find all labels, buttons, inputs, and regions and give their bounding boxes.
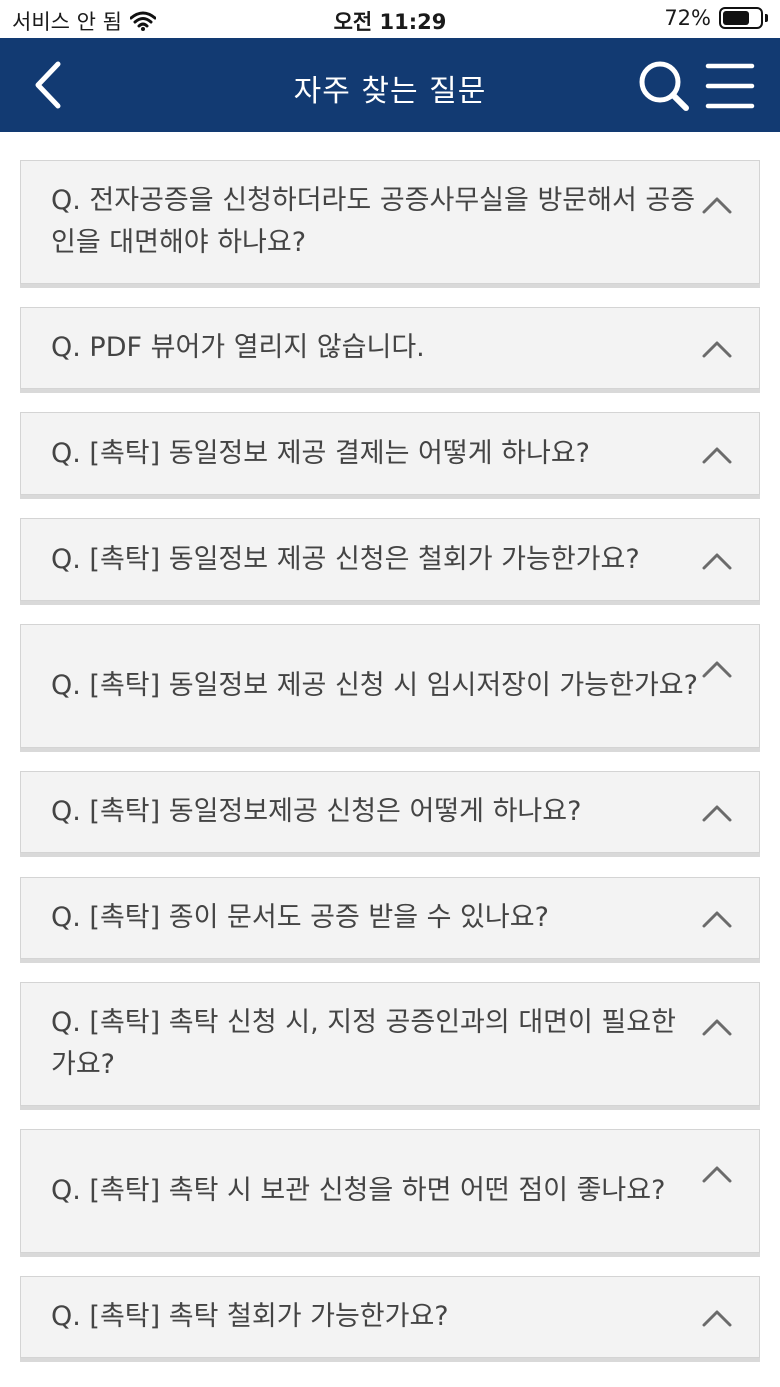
faq-question: Q. 전자공증을 신청하더라도 공증사무실을 방문해서 공증인을 대면해야 하나… xyxy=(51,185,696,258)
faq-question: Q. [촉탁] 종이 문서도 공증 받을 수 있나요? xyxy=(51,902,549,933)
faq-question: Q. [촉탁] 촉탁 시 보관 신청을 하면 어떤 점이 좋나요? xyxy=(51,1175,666,1206)
chevron-up-icon[interactable] xyxy=(701,445,733,465)
faq-item[interactable]: Q. [촉탁] 동일정보 제공 신청 시 임시저장이 가능한가요? xyxy=(20,624,760,748)
search-button[interactable] xyxy=(636,58,692,114)
battery-fill xyxy=(723,11,749,25)
faq-item[interactable]: Q. PDF 뷰어가 열리지 않습니다. xyxy=(20,307,760,389)
faq-question: Q. [촉탁] 동일정보 제공 결제는 어떻게 하나요? xyxy=(51,437,591,469)
chevron-up-icon[interactable] xyxy=(701,659,733,679)
hamburger-menu-icon xyxy=(705,63,755,109)
faq-item[interactable]: Q. [촉탁] 촉탁 신청 시, 지정 공증인과의 대면이 필요한가요? xyxy=(20,982,760,1106)
chevron-up-icon[interactable] xyxy=(701,1308,733,1328)
chevron-up-icon[interactable] xyxy=(701,1164,733,1184)
faq-item[interactable]: Q. [촉탁] 촉탁 시 보관 신청을 하면 어떤 점이 좋나요? xyxy=(20,1129,760,1253)
faq-question: Q. PDF 뷰어가 열리지 않습니다. xyxy=(51,332,425,363)
faq-item[interactable]: Q. [촉탁] 동일정보 제공 결제는 어떻게 하나요? xyxy=(20,412,760,495)
battery-icon xyxy=(719,7,763,29)
menu-button[interactable] xyxy=(704,60,756,112)
search-icon xyxy=(639,61,689,111)
chevron-up-icon[interactable] xyxy=(701,551,733,571)
chevron-up-icon[interactable] xyxy=(701,195,733,215)
faq-item[interactable]: Q. [촉탁] 종이 문서도 공증 받을 수 있나요? xyxy=(20,877,760,959)
faq-item[interactable]: Q. [촉탁] 동일정보제공 신청은 어떻게 하나요? xyxy=(20,771,760,853)
faq-item[interactable]: Q. 전자공증을 신청하더라도 공증사무실을 방문해서 공증인을 대면해야 하나… xyxy=(20,160,760,284)
chevron-up-icon[interactable] xyxy=(701,1017,733,1037)
battery-percent: 72% xyxy=(664,6,711,30)
faq-question: Q. [촉탁] 촉탁 철회가 가능한가요? xyxy=(51,1301,449,1332)
faq-item[interactable]: Q. [촉탁] 동일정보 제공 신청은 철회가 가능한가요? xyxy=(20,518,760,601)
status-right: 72% xyxy=(664,6,768,30)
battery-tip xyxy=(765,14,768,22)
faq-question: Q. [촉탁] 동일정보 제공 신청은 철회가 가능한가요? xyxy=(51,543,640,575)
chevron-up-icon[interactable] xyxy=(701,803,733,823)
chevron-up-icon[interactable] xyxy=(701,339,733,359)
nav-header: 자주 찾는 질문 xyxy=(0,38,780,132)
faq-item[interactable]: Q. [촉탁] 촉탁 철회가 가능한가요? xyxy=(20,1276,760,1358)
status-bar: 서비스 안 됨 오전 11:29 72% xyxy=(0,0,780,38)
faq-question: Q. [촉탁] 촉탁 신청 시, 지정 공증인과의 대면이 필요한가요? xyxy=(51,1007,676,1080)
faq-question: Q. [촉탁] 동일정보 제공 신청 시 임시저장이 가능한가요? xyxy=(51,670,698,701)
chevron-up-icon[interactable] xyxy=(701,909,733,929)
status-time: 오전 11:29 xyxy=(333,10,447,34)
faq-question: Q. [촉탁] 동일정보제공 신청은 어떻게 하나요? xyxy=(51,796,582,827)
